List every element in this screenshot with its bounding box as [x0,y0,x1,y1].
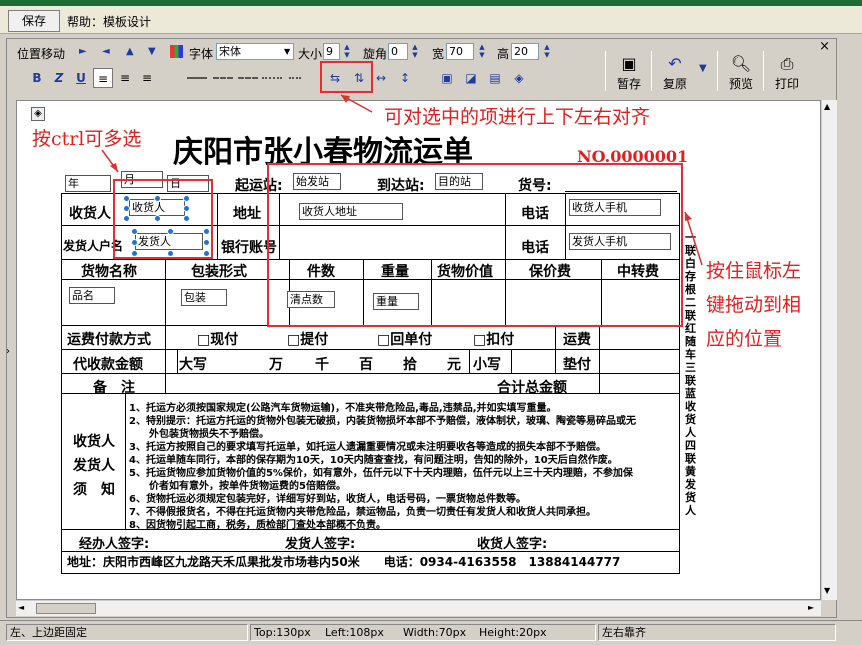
annotation-multi-select: 按ctrl可多选 [32,128,142,150]
status-width: Width:70px [403,626,467,639]
status-top: Top:130px [254,626,311,639]
status-height: Height:20px [479,626,547,639]
status-align: 左右靠齐 [598,624,836,641]
annotation-drag-2: 键拖动到相 [706,294,802,316]
status-left: Left:108px [325,626,384,639]
status-geometry: Top:130px Left:108px Width:70px Height:2… [250,624,596,641]
annotation-drag-1: 按住鼠标左 [706,260,802,282]
status-margin: 左、上边距固定 [6,624,248,641]
annotation-align: 可对选中的项进行上下左右对齐 [384,106,651,128]
status-bar: 左、上边距固定 Top:130px Left:108px Width:70px … [0,620,862,645]
annotation-drag-3: 应的位置 [706,328,783,350]
annotation-arrows [101,94,703,266]
